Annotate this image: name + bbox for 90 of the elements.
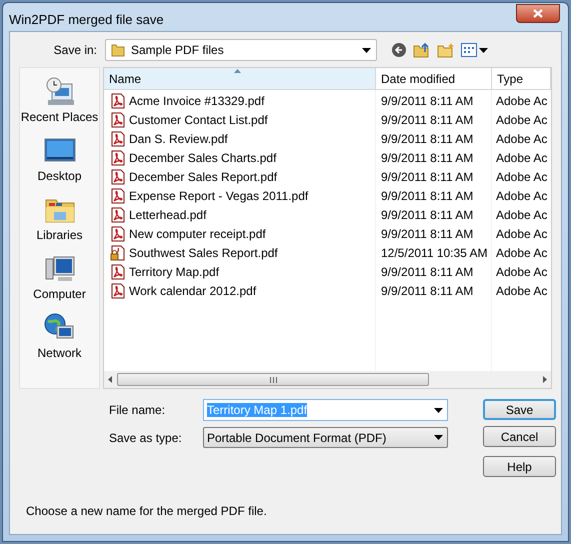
- file-row[interactable]: Southwest Sales Report.pdf 12/5/2011 10:35 AM Adobe Ac: [104, 243, 551, 262]
- type-cell-text: Adobe Ac: [495, 244, 548, 262]
- new-folder-icon[interactable]: [437, 42, 455, 58]
- file-name: Work calendar 2012.pdf: [129, 282, 256, 300]
- date-cell-text: 9/9/2011 8:11 AM: [380, 264, 474, 280]
- file-row[interactable]: Dan S. Review.pdf 9/9/2011 8:11 AM Adobe Ac: [104, 129, 551, 148]
- pdf-file-icon: [110, 92, 126, 108]
- type-cell-text: Adobe Ac: [495, 264, 548, 280]
- date-cell-text: 9/9/2011 8:11 AM: [380, 112, 474, 128]
- save-in-label: Save in:: [52, 42, 98, 59]
- file-name-label: File name:: [109, 402, 166, 419]
- location-dropdown[interactable]: Sample PDF files: [105, 39, 377, 61]
- dropdown-arrow-icon: [434, 435, 443, 440]
- date-cell-text: 9/9/2011 8:11 AM: [380, 226, 474, 242]
- file-row[interactable]: Customer Contact List.pdf 9/9/2011 8:11 AM Adobe Ac: [104, 110, 551, 129]
- file-name: Expense Report - Vegas 2011.pdf: [129, 188, 308, 204]
- file-row[interactable]: December Sales Report.pdf 9/9/2011 8:11 AM Adobe Ac: [104, 167, 551, 186]
- dialog-button[interactable]: Help: [483, 456, 556, 477]
- pdf-file-icon: [110, 282, 126, 298]
- pdf-file-icon: [110, 264, 126, 280]
- scrollbar-thumb[interactable]: [117, 373, 429, 386]
- file-name: Acme Invoice #13329.pdf: [129, 92, 264, 110]
- pdf-file-icon: [110, 150, 126, 166]
- save-as-type-dropdown[interactable]: Portable Document Format (PDF): [203, 427, 448, 448]
- type-cell-text: Adobe Ac: [495, 112, 548, 128]
- file-row[interactable]: New computer receipt.pdf 9/9/2011 8:11 AM Adobe Ac: [104, 224, 551, 243]
- clock-computer-icon: [44, 76, 76, 108]
- file-name: Territory Map.pdf: [129, 264, 220, 280]
- date-cell-text: 9/9/2011 8:11 AM: [380, 92, 474, 110]
- file-name: Letterhead.pdf: [129, 206, 206, 224]
- pdf-file-icon: [110, 112, 126, 128]
- file-name: Customer Contact List.pdf: [129, 112, 268, 128]
- pdf-file-icon: [110, 188, 126, 204]
- pdf-file-icon: [110, 206, 126, 222]
- file-row[interactable]: December Sales Charts.pdf 9/9/2011 8:11 AM Adobe Ac: [104, 148, 551, 167]
- file-row[interactable]: Work calendar 2012.pdf 9/9/2011 8:11 AM Adobe Ac: [104, 281, 551, 300]
- locked-pdf-file-icon: [110, 244, 126, 260]
- places-item[interactable]: Network: [37, 312, 82, 362]
- places-item[interactable]: Recent Places: [20, 76, 98, 126]
- date-cell-text: 9/9/2011 8:11 AM: [380, 188, 474, 204]
- type-cell-text: Adobe Ac: [495, 188, 548, 204]
- column-header[interactable]: Name: [104, 68, 376, 89]
- type-cell-text: Adobe Ac: [495, 226, 548, 242]
- dialog-button[interactable]: Save: [483, 399, 556, 420]
- file-row[interactable]: Expense Report - Vegas 2011.pdf 9/9/2011 8:11 AM Adobe Ac: [104, 186, 551, 205]
- dialog-button[interactable]: Cancel: [483, 426, 556, 447]
- date-cell-text: 9/9/2011 8:11 AM: [380, 206, 474, 224]
- scroll-right-icon[interactable]: [543, 376, 547, 383]
- file-row[interactable]: Acme Invoice #13329.pdf 9/9/2011 8:11 AM Adobe Ac: [104, 91, 551, 110]
- date-cell-text: 12/5/2011 10:35 AM: [380, 244, 489, 262]
- places-item[interactable]: Computer: [33, 253, 86, 303]
- type-cell-text: Adobe Ac: [495, 150, 548, 166]
- file-name: Dan S. Review.pdf: [129, 130, 228, 148]
- pdf-file-icon: [110, 226, 126, 242]
- date-cell-text: 9/9/2011 8:11 AM: [380, 282, 474, 300]
- dropdown-arrow-icon: [362, 48, 371, 52]
- file-row[interactable]: Territory Map.pdf 9/9/2011 8:11 AM Adobe Ac: [104, 262, 551, 281]
- date-cell-text: 9/9/2011 8:11 AM: [380, 130, 474, 148]
- places-item[interactable]: Libraries: [36, 194, 83, 244]
- pdf-file-icon: [110, 168, 126, 184]
- pdf-file-icon: [110, 130, 126, 146]
- save-as-type-label: Save as type:: [109, 430, 183, 446]
- back-icon[interactable]: [391, 42, 407, 58]
- sort-arrow-icon: [234, 69, 241, 73]
- type-cell-text: Adobe Ac: [495, 282, 548, 300]
- close-button[interactable]: [516, 4, 560, 23]
- dropdown-arrow-icon: [434, 408, 443, 412]
- date-cell-text: 9/9/2011 8:11 AM: [380, 168, 474, 186]
- view-menu-button[interactable]: [461, 43, 488, 57]
- window-title: Win2PDF merged file save: [9, 11, 164, 29]
- type-cell-text: Adobe Ac: [495, 168, 548, 186]
- folder-icon: [111, 43, 125, 57]
- file-name: New computer receipt.pdf: [129, 226, 266, 242]
- file-row[interactable]: Letterhead.pdf 9/9/2011 8:11 AM Adobe Ac: [104, 205, 551, 224]
- file-name: Southwest Sales Report.pdf: [129, 244, 278, 262]
- places-item[interactable]: Desktop: [37, 135, 82, 185]
- close-icon: [533, 9, 543, 18]
- type-cell-text: Adobe Ac: [495, 130, 548, 148]
- file-name: December Sales Report.pdf: [129, 168, 278, 186]
- type-cell-text: Adobe Ac: [495, 206, 548, 224]
- date-cell-text: 9/9/2011 8:11 AM: [380, 150, 474, 166]
- scroll-left-icon[interactable]: [108, 376, 112, 383]
- hint-message: Choose a new name for the merged PDF file.: [25, 503, 268, 520]
- horizontal-scrollbar[interactable]: [104, 371, 551, 388]
- grip-icon: [270, 376, 276, 382]
- type-cell-text: Adobe Ac: [495, 92, 548, 110]
- folder-up-icon[interactable]: [413, 42, 431, 58]
- file-name: December Sales Charts.pdf: [129, 150, 276, 166]
- dropdown-arrow-icon: [479, 48, 488, 52]
- view-grid-icon: [461, 43, 477, 57]
